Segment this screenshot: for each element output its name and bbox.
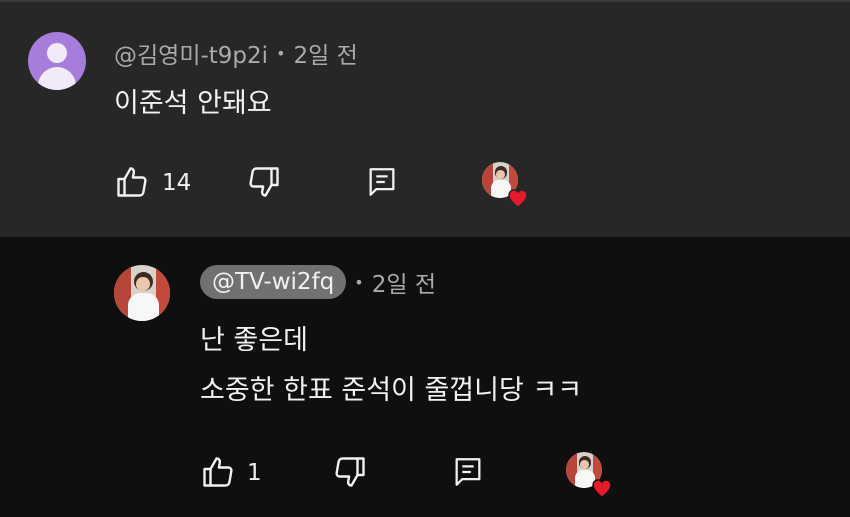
comment-body: 이준석 안돼요 <box>114 88 272 119</box>
creator-heart-badge <box>566 452 614 498</box>
reply-dislike-button[interactable] <box>330 452 370 492</box>
avatar-face-shape <box>580 459 590 469</box>
comments-view: @김영미-t9p2i • 2일 전 이준석 안돼요 14 @TV-wi2fq •… <box>0 0 850 517</box>
reply-like-count: 1 <box>247 460 262 486</box>
thumb-down-icon <box>249 167 279 197</box>
reply-thread: @TV-wi2fq • 2일 전 난 좋은데 소중한 한표 준석이 줄껍니당 ㅋ… <box>0 237 850 517</box>
comment-thread: @김영미-t9p2i • 2일 전 이준석 안돼요 14 <box>0 0 850 237</box>
thumb-up-icon <box>203 457 233 487</box>
reply-author-avatar[interactable] <box>114 265 170 321</box>
divider <box>0 0 850 2</box>
creator-heart-badge <box>482 162 530 208</box>
comment-icon <box>369 168 395 196</box>
heart-icon <box>508 189 528 208</box>
separator-dot: • <box>276 43 286 63</box>
heart-icon <box>592 479 612 498</box>
dislike-button[interactable] <box>244 162 284 202</box>
avatar-body-shape <box>128 293 159 321</box>
reply-author-chip[interactable]: @TV-wi2fq <box>200 265 347 299</box>
reply-body-line-1: 난 좋은데 <box>200 325 308 356</box>
comment-author[interactable]: @김영미-t9p2i <box>114 36 268 70</box>
like-count: 14 <box>162 170 192 196</box>
comment-timestamp[interactable]: 2일 전 <box>294 36 358 70</box>
reply-header: @TV-wi2fq • 2일 전 <box>200 265 436 299</box>
reply-button[interactable] <box>362 162 402 202</box>
avatar-head-shape <box>47 43 67 63</box>
reply-reply-button[interactable] <box>448 452 488 492</box>
avatar-face-shape <box>136 277 150 291</box>
thumb-down-icon <box>335 457 365 487</box>
comment-header: @김영미-t9p2i • 2일 전 <box>114 36 358 70</box>
avatar-face-shape <box>496 169 506 179</box>
commenter-avatar[interactable] <box>28 32 86 90</box>
like-button[interactable] <box>112 162 152 202</box>
reply-timestamp[interactable]: 2일 전 <box>372 265 436 299</box>
reply-body-line-2: 소중한 한표 준석이 줄껍니당 ㅋㅋ <box>200 375 583 406</box>
avatar-body-shape <box>38 67 76 90</box>
reply-like-button[interactable] <box>198 452 238 492</box>
separator-dot: • <box>354 272 364 292</box>
comment-icon <box>455 458 481 486</box>
thumb-up-icon <box>117 167 147 197</box>
